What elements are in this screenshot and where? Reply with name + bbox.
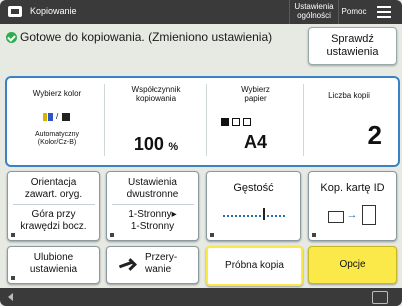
divider xyxy=(104,84,105,156)
corner-indicator-icon xyxy=(11,276,15,280)
divider xyxy=(111,204,194,205)
paper-tray-icon xyxy=(221,118,255,126)
copy-ratio-unit: % xyxy=(168,140,179,153)
density-slider-icon xyxy=(222,207,285,221)
duplex-label: Ustawienia dwustronne xyxy=(126,177,179,200)
check-settings-label: Sprawdź ustawienia xyxy=(326,32,379,58)
copy-app-icon xyxy=(8,6,22,17)
divider xyxy=(12,204,95,205)
app-title: Kopiowanie xyxy=(30,6,77,16)
duplex-settings-button[interactable]: Ustawienia dwustronne 1-Stronny▸ 1-Stron… xyxy=(106,171,199,241)
color-mode-icon: / xyxy=(43,112,71,121)
back-arrow-icon[interactable] xyxy=(8,293,13,301)
orientation-value: Góra przy krawędzi bocz. xyxy=(20,209,87,232)
interrupt-button[interactable]: Przery- wanie xyxy=(106,246,199,284)
monitor-icon[interactable] xyxy=(372,291,388,304)
color-value: Automatyczny (Kolor/Cz-B) xyxy=(35,130,79,146)
footer-bar xyxy=(0,288,402,306)
interrupt-label: Przery- wanie xyxy=(145,252,178,275)
id-card-copy-button[interactable]: Kop. kartę ID → xyxy=(308,171,397,241)
options-label: Opcje xyxy=(339,259,366,271)
status-text: Gotowe do kopiowania. (Zmieniono ustawie… xyxy=(20,30,273,44)
menu-icon[interactable] xyxy=(377,6,391,18)
help-button[interactable]: Pomoc xyxy=(338,0,369,24)
copy-ratio-value: 100 xyxy=(133,133,164,154)
select-color-title: Wybierz kolor xyxy=(32,89,82,98)
id-card-label: Kop. kartę ID xyxy=(320,182,385,194)
id-card-icon: → xyxy=(327,204,378,227)
orientation-label: Orientacja zawart. oryg. xyxy=(24,177,83,200)
density-label: Gęstość xyxy=(233,182,274,194)
check-settings-button[interactable]: Sprawdź ustawienia xyxy=(308,27,397,65)
paper-size-value: A4 xyxy=(243,132,267,152)
copies-title: Liczba kopii xyxy=(328,91,370,100)
corner-indicator-icon xyxy=(210,233,214,237)
copies-cell[interactable]: Liczba kopii 2 xyxy=(306,82,392,159)
copy-screen: Kopiowanie Ustawienia ogólności Pomoc Go… xyxy=(0,0,402,306)
interrupt-icon xyxy=(118,258,137,271)
ready-check-icon xyxy=(6,31,17,43)
corner-indicator-icon xyxy=(110,233,114,237)
sample-copy-label: Próbna kopia xyxy=(225,260,284,272)
sample-copy-button[interactable]: Próbna kopia xyxy=(206,246,303,286)
copy-ratio-title: Współczynnik kopiowania xyxy=(131,85,181,103)
select-paper-title: Wybierz papier xyxy=(241,85,270,103)
favorite-settings-button[interactable]: Ulubione ustawienia xyxy=(7,246,100,284)
copy-ratio-cell[interactable]: Współczynnik kopiowania 100 % xyxy=(107,82,205,159)
density-button[interactable]: Gęstość xyxy=(206,171,301,241)
divider xyxy=(303,84,304,156)
help-label: Pomoc xyxy=(341,6,367,16)
favorite-settings-label: Ulubione ustawienia xyxy=(29,252,78,275)
common-settings-button[interactable]: Ustawienia ogólności xyxy=(289,0,338,24)
divider xyxy=(206,84,207,156)
top-bar: Kopiowanie Ustawienia ogólności Pomoc xyxy=(0,0,402,24)
common-settings-label: Ustawienia ogólności xyxy=(294,2,334,20)
select-color-cell[interactable]: Wybierz kolor / Automatyczny (Kolor/Cz-B… xyxy=(12,82,102,159)
status-line: Gotowe do kopiowania. (Zmieniono ustawie… xyxy=(6,30,272,44)
options-button[interactable]: Opcje xyxy=(308,246,397,284)
corner-indicator-icon xyxy=(312,233,316,237)
original-orientation-button[interactable]: Orientacja zawart. oryg. Góra przy krawę… xyxy=(7,171,100,241)
duplex-value: 1-Stronny▸ 1-Stronny xyxy=(128,209,177,232)
copy-ratio-readout: 100 % xyxy=(107,134,205,155)
corner-indicator-icon xyxy=(11,233,15,237)
select-paper-cell[interactable]: Wybierz papier A4 xyxy=(209,82,302,159)
copies-value: 2 xyxy=(367,120,382,150)
